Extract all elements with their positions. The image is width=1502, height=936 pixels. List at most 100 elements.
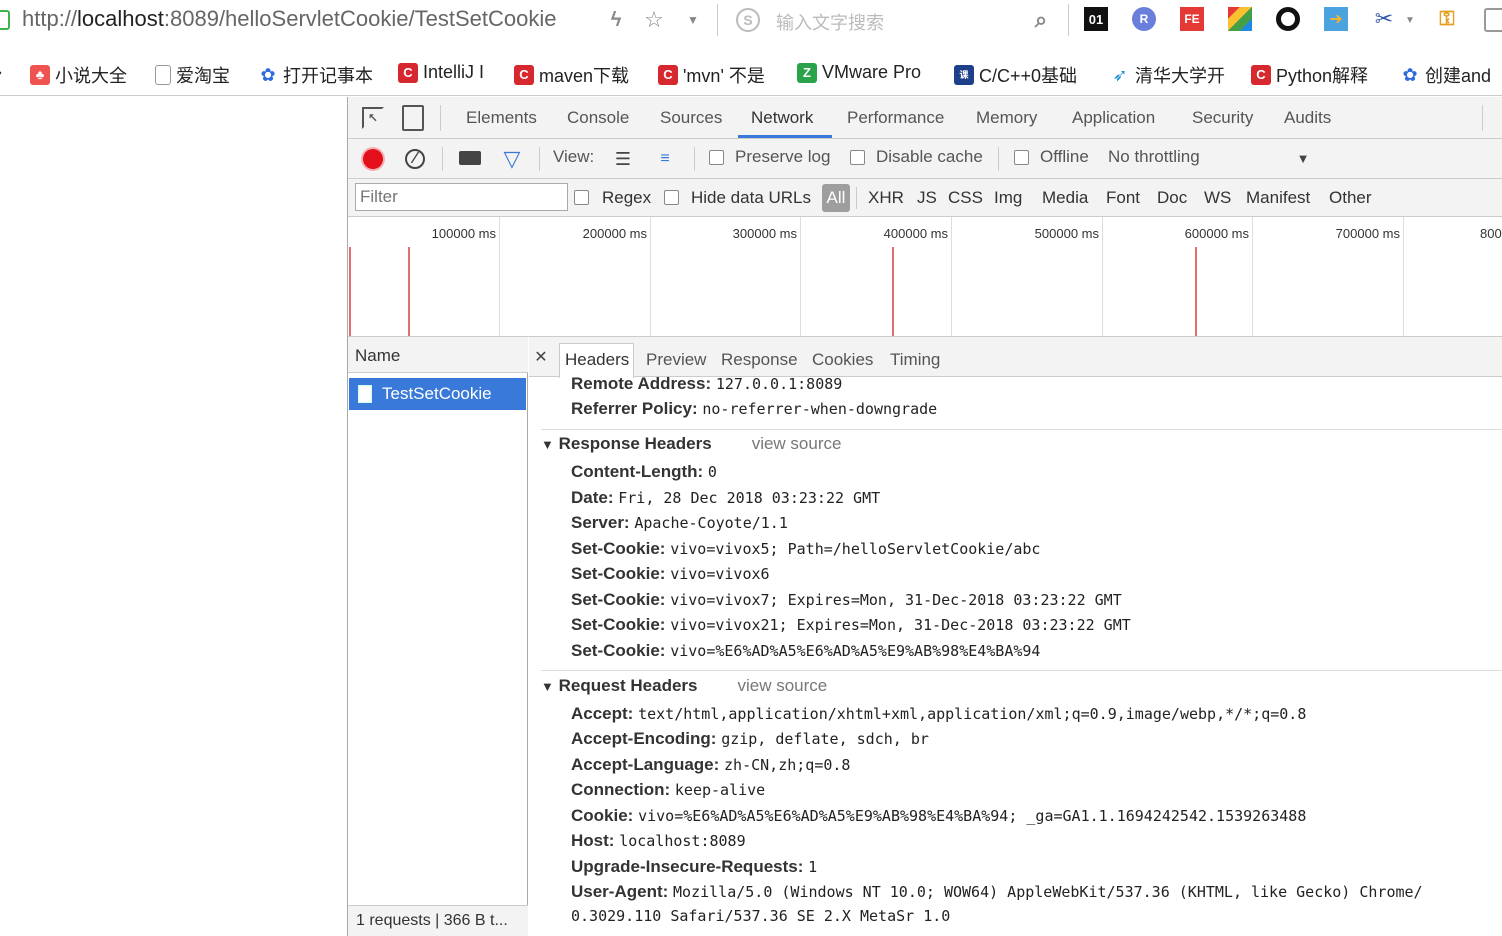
- ext-fe-icon[interactable]: FE: [1180, 7, 1204, 31]
- filter-bar: Regex Hide data URLs All XHR JS CSS Img …: [348, 179, 1502, 217]
- large-rows-icon[interactable]: ☰: [612, 149, 634, 169]
- detail-tabbar: ✕ Headers Preview Response Cookies Timin…: [529, 337, 1502, 378]
- hide-data-urls-label: Hide data URLs: [691, 188, 812, 207]
- tab-network[interactable]: Network: [751, 108, 813, 128]
- preserve-log-checkbox[interactable]: [709, 150, 724, 165]
- regex-label: Regex: [602, 188, 652, 207]
- header-line: Referrer Policy: no-referrer-when-downgr…: [571, 399, 938, 418]
- timeline-label: 100000 ms: [431, 226, 496, 241]
- url-field[interactable]: http://localhost:8089/helloServletCookie…: [22, 6, 556, 32]
- filter-type-font[interactable]: Font: [1106, 188, 1140, 208]
- filter-type-xhr[interactable]: XHR: [868, 188, 904, 208]
- throttling-select[interactable]: No throttling: [1108, 147, 1200, 167]
- view-source-link[interactable]: view source: [738, 676, 828, 695]
- offline-checkbox[interactable]: [1014, 150, 1029, 165]
- tab-preview[interactable]: Preview: [646, 350, 706, 370]
- hide-data-urls-checkbox[interactable]: [664, 190, 679, 205]
- filter-type-css[interactable]: CSS: [948, 188, 983, 208]
- capture-screenshots-icon[interactable]: [459, 151, 481, 165]
- lightning-icon[interactable]: ϟ: [604, 8, 628, 32]
- request-headers-section[interactable]: ▼ Request Headers view source: [541, 676, 827, 696]
- device-toolbar-icon[interactable]: [402, 105, 424, 131]
- header-line: Date: Fri, 28 Dec 2018 03:23:22 GMT: [571, 488, 881, 507]
- address-bar: http://localhost:8089/helloServletCookie…: [0, 0, 1502, 42]
- close-icon[interactable]: ✕: [533, 348, 549, 366]
- network-toolbar: ⁄ ▽ View: ☰ ≡ Preserve log Disable cache…: [348, 139, 1502, 179]
- header-line: Set-Cookie: vivo=vivox6: [571, 564, 770, 583]
- bookmark-item[interactable]: C Python解释: [1251, 62, 1368, 88]
- request-row[interactable]: TestSetCookie: [349, 378, 526, 410]
- c-icon: C: [658, 65, 678, 85]
- filter-type-manifest[interactable]: Manifest: [1246, 188, 1310, 208]
- filter-type-js[interactable]: JS: [917, 188, 937, 208]
- filter-type-all[interactable]: All: [822, 184, 850, 212]
- bookmark-item[interactable]: ✿ 创建and: [1400, 62, 1491, 88]
- view-label: View:: [553, 147, 595, 166]
- devtools-panel: ↖ Elements Console Sources Network Perfo…: [347, 97, 1502, 936]
- disable-cache-checkbox[interactable]: [850, 150, 865, 165]
- tab-timing[interactable]: Timing: [890, 350, 940, 370]
- filter-type-img[interactable]: Img: [994, 188, 1022, 208]
- bookmark-item[interactable]: 课 C/C++0基础: [954, 62, 1077, 88]
- tab-application[interactable]: Application: [1072, 108, 1155, 128]
- overview-icon[interactable]: ≡: [652, 149, 678, 169]
- regex-checkbox[interactable]: [574, 190, 589, 205]
- chevron-down-icon[interactable]: ▼: [1296, 151, 1310, 166]
- tab-memory[interactable]: Memory: [976, 108, 1037, 128]
- bookmark-item[interactable]: ➶ 清华大学开: [1110, 62, 1225, 88]
- ext-login-icon[interactable]: ➜: [1324, 7, 1348, 31]
- search-engine-icon[interactable]: S: [736, 8, 760, 32]
- paw-icon: ✿: [258, 65, 278, 85]
- ext-ring-icon[interactable]: [1276, 7, 1300, 31]
- clear-icon[interactable]: ⁄: [405, 149, 425, 169]
- timeline-label: 600000 ms: [1184, 226, 1249, 241]
- bookmark-item[interactable]: Cmaven下载: [514, 62, 629, 88]
- bookmark-item[interactable]: 爱淘宝: [155, 62, 230, 88]
- page-icon: [155, 65, 171, 85]
- filter-input[interactable]: [355, 183, 568, 211]
- bookmarks-bar: › ♣小说大全 爱淘宝 ✿打开记事本 CIntelliJ I Cmaven下载 …: [0, 48, 1502, 96]
- scissors-icon[interactable]: ✂: [1372, 5, 1396, 33]
- header-line: Accept-Encoding: gzip, deflate, sdch, br: [571, 729, 929, 748]
- bookmark-item[interactable]: ♣ 小说大全: [30, 62, 127, 88]
- network-overview-timeline[interactable]: 100000 ms 200000 ms 300000 ms 400000 ms …: [348, 217, 1502, 337]
- header-line: Host: localhost:8089: [571, 831, 746, 850]
- request-detail-panel: ✕ Headers Preview Response Cookies Timin…: [529, 337, 1502, 936]
- filter-type-ws[interactable]: WS: [1204, 188, 1231, 208]
- ext-01-icon[interactable]: 01: [1084, 7, 1108, 31]
- filter-type-other[interactable]: Other: [1329, 188, 1372, 208]
- filter-type-doc[interactable]: Doc: [1157, 188, 1187, 208]
- star-icon[interactable]: ☆: [642, 7, 666, 33]
- bookmark-item[interactable]: C'mvn' 不是: [658, 62, 765, 88]
- tab-cookies[interactable]: Cookies: [812, 350, 873, 370]
- record-icon[interactable]: [363, 149, 383, 169]
- ext-color-icon[interactable]: [1228, 7, 1252, 31]
- bookmark-item[interactable]: ✿ 打开记事本: [258, 62, 373, 88]
- tab-security[interactable]: Security: [1192, 108, 1253, 128]
- tab-elements[interactable]: Elements: [466, 108, 537, 128]
- chevron-down-icon[interactable]: ▼: [684, 8, 702, 32]
- ext-r-icon[interactable]: R: [1132, 7, 1156, 31]
- bookmark-overflow[interactable]: ›: [0, 62, 2, 83]
- active-tab-indicator: [738, 135, 832, 138]
- chevron-down-icon[interactable]: ▼: [1404, 12, 1416, 28]
- filter-icon[interactable]: ▽: [500, 146, 524, 171]
- inspect-icon[interactable]: ↖: [362, 107, 384, 129]
- response-headers-section[interactable]: ▼ Response Headers view source: [541, 434, 841, 454]
- menu-icon[interactable]: [1484, 8, 1502, 32]
- search-icon[interactable]: ⌕: [1028, 6, 1054, 34]
- filter-type-media[interactable]: Media: [1042, 188, 1088, 208]
- key-icon[interactable]: ⚿: [1434, 5, 1460, 33]
- bookmark-item[interactable]: C IntelliJ I: [398, 62, 484, 83]
- name-column-header[interactable]: Name: [348, 337, 528, 373]
- bookmark-item[interactable]: Z VMware Pro: [797, 62, 921, 83]
- tab-console[interactable]: Console: [567, 108, 629, 128]
- tab-performance[interactable]: Performance: [847, 108, 944, 128]
- view-source-link[interactable]: view source: [752, 434, 842, 453]
- tab-audits[interactable]: Audits: [1284, 108, 1331, 128]
- header-line: Remote Address: 127.0.0.1:8089: [571, 374, 843, 393]
- tab-sources[interactable]: Sources: [660, 108, 722, 128]
- search-input[interactable]: 输入文字搜索: [776, 9, 884, 35]
- tab-response[interactable]: Response: [721, 350, 798, 370]
- tab-headers[interactable]: Headers: [565, 350, 629, 370]
